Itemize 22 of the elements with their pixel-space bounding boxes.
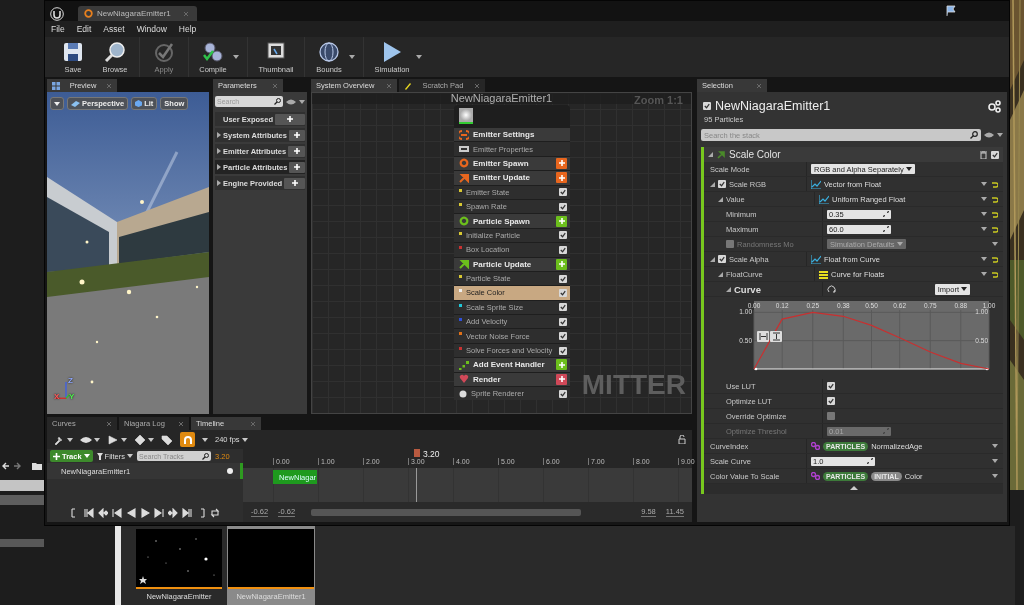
stage-row[interactable]: Add Event Handler [454,358,570,372]
stage-row[interactable]: Emitter Settings [454,128,570,142]
playhead-time: 3.20 [423,449,440,459]
stage-row[interactable]: Emitter Update [454,171,570,185]
menu-item[interactable]: Asset [103,24,125,34]
menu-item[interactable]: Window [136,24,167,34]
emitter-title: NewNiagaraEmitter1 [450,93,553,104]
menu-item[interactable]: Edit [76,24,92,34]
document-tab[interactable]: NewNiagaraEmitter1 [78,6,197,21]
emitter-name: NewNiagaraEmitter1 [715,99,832,113]
stage-row[interactable]: Emitter Spawn [454,156,570,171]
stage-row[interactable]: Render [454,372,570,387]
stage-row[interactable]: Particle Spawn [454,214,570,228]
menu-item[interactable]: File [51,24,65,34]
graph-watermark: MITTER [581,369,686,401]
module-title: Scale Color [729,149,782,160]
axis-label: X [54,392,60,401]
stage-row[interactable]: Particle Update [454,257,570,271]
menu-item[interactable]: Help [178,24,197,34]
axis-label: Y [69,392,75,401]
property-label: Curve [734,283,761,295]
axis-label: Z [68,376,73,385]
